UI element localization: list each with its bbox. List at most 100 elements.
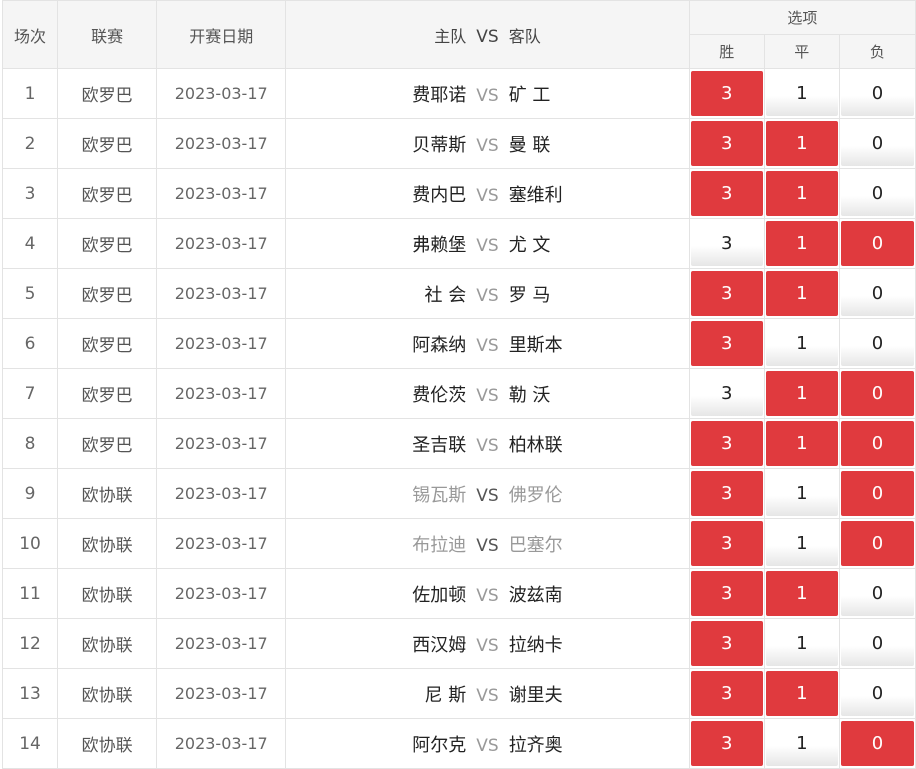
option-win-button[interactable]: 3 — [690, 321, 763, 366]
option-lose-button[interactable]: 0 — [840, 121, 914, 166]
option-lose-button[interactable]: 0 — [840, 721, 914, 766]
option-draw-button[interactable]: 1 — [765, 71, 838, 116]
match-teams: 尼 斯 VS 谢里夫 — [285, 668, 690, 719]
match-index: 3 — [1, 168, 59, 219]
option-lose-button[interactable]: 0 — [840, 371, 914, 416]
vs-label: VS — [476, 235, 499, 256]
option-cell-lose: 0 — [838, 718, 916, 769]
option-win-button[interactable]: 3 — [690, 121, 763, 166]
match-teams: 弗赖堡 VS 尤 文 — [285, 218, 690, 269]
table-header: 场次 联赛 开赛日期 主队 VS 客队 选项 胜 平 负 — [1, 0, 916, 69]
option-lose-button[interactable]: 0 — [840, 421, 914, 466]
table-row: 13 欧协联 2023-03-17 尼 斯 VS 谢里夫 3 1 0 — [1, 668, 916, 719]
table-row: 5 欧罗巴 2023-03-17 社 会 VS 罗 马 310 — [1, 268, 916, 319]
option-win-button[interactable]: 3 — [690, 171, 763, 216]
match-date: 2023-03-17 — [156, 468, 287, 519]
match-index: 12 — [1, 618, 59, 669]
option-win-button[interactable]: 3 — [690, 721, 763, 766]
option-cell-lose: 0 — [838, 218, 916, 269]
option-win-button[interactable]: 3 — [690, 471, 763, 516]
option-draw-button[interactable]: 1 — [765, 121, 838, 166]
match-index: 13 — [1, 668, 59, 719]
option-draw-button[interactable]: 1 — [765, 621, 838, 666]
option-cell-lose: 0 — [838, 568, 916, 619]
table-body: 1 欧罗巴 2023-03-17 费耶诺 VS 矿 工 3 1 0 2 欧罗巴 2023-03-17 贝… — [1, 68, 916, 769]
vs-label: VS — [476, 735, 499, 756]
match-index: 11 — [1, 568, 59, 619]
option-lose-button[interactable]: 0 — [840, 671, 914, 716]
match-teams: 佐加顿 VS 波兹南 — [285, 568, 690, 619]
option-draw-button[interactable]: 1 — [765, 271, 838, 316]
option-win-button[interactable]: 3 — [690, 71, 763, 116]
option-lose-button[interactable]: 0 — [840, 471, 914, 516]
home-team: 费内巴 — [412, 184, 467, 206]
league-name: 欧协联 — [57, 468, 158, 519]
table-row: 7 欧罗巴 2023-03-17 费伦茨 VS 勒 沃 310 — [1, 368, 916, 419]
option-draw-button[interactable]: 1 — [765, 221, 838, 266]
table-row: 8 欧罗巴 2023-03-17 圣吉联 VS 柏林联 3 1 0 — [1, 418, 916, 469]
option-draw-button[interactable]: 1 — [765, 721, 838, 766]
option-lose-button[interactable]: 0 — [840, 271, 914, 316]
header-league: 联赛 — [57, 0, 158, 69]
match-index: 7 — [1, 368, 59, 419]
option-draw-button[interactable]: 1 — [765, 371, 838, 416]
league-name: 欧协联 — [57, 568, 158, 619]
option-lose-button[interactable]: 0 — [840, 321, 914, 366]
away-team: 塞维利 — [508, 184, 563, 206]
league-name: 欧罗巴 — [57, 268, 158, 319]
vs-label: VS — [476, 135, 499, 156]
option-draw-button[interactable]: 1 — [765, 321, 838, 366]
vs-label: VS — [476, 635, 499, 656]
option-win-button[interactable]: 3 — [690, 571, 763, 616]
match-date: 2023-03-17 — [156, 568, 287, 619]
match-date: 2023-03-17 — [156, 518, 287, 569]
match-teams: 锡瓦斯 VS 佛罗伦 — [285, 468, 690, 519]
option-cell-win: 3 — [688, 268, 765, 319]
away-team: 尤 文 — [508, 234, 551, 256]
table-row: 3 欧罗巴 2023-03-17 费内巴 VS 塞维利 3 1 0 — [1, 168, 916, 219]
option-win-button[interactable]: 3 — [690, 671, 763, 716]
option-draw-button[interactable]: 1 — [765, 421, 838, 466]
home-team: 尼 斯 — [424, 684, 467, 706]
option-draw-button[interactable]: 1 — [765, 521, 838, 566]
option-draw-button[interactable]: 1 — [765, 671, 838, 716]
option-lose-button[interactable]: 0 — [840, 571, 914, 616]
header-vs: VS — [476, 26, 499, 47]
option-cell-draw: 1 — [763, 618, 840, 669]
away-team: 波兹南 — [508, 584, 563, 606]
league-name: 欧协联 — [57, 718, 158, 769]
header-date: 开赛日期 — [156, 0, 287, 69]
match-teams: 阿尔克 VS 拉齐奥 — [285, 718, 690, 769]
option-cell-lose: 0 — [838, 168, 916, 219]
option-cell-lose: 0 — [838, 668, 916, 719]
vs-label: VS — [476, 185, 499, 206]
table-row: 10 欧协联 2023-03-17 布拉迪 VS 巴塞尔 3 1 0 — [1, 518, 916, 569]
option-lose-button[interactable]: 0 — [840, 621, 914, 666]
match-date: 2023-03-17 — [156, 68, 287, 119]
option-lose-button[interactable]: 0 — [840, 71, 914, 116]
option-cell-lose: 0 — [838, 618, 916, 669]
option-lose-button[interactable]: 0 — [840, 521, 914, 566]
option-win-button[interactable]: 3 — [690, 421, 763, 466]
option-lose-button[interactable]: 0 — [840, 221, 914, 266]
option-win-button[interactable]: 3 — [690, 371, 763, 416]
option-win-button[interactable]: 3 — [690, 271, 763, 316]
match-date: 2023-03-17 — [156, 118, 287, 169]
option-lose-button[interactable]: 0 — [840, 171, 914, 216]
match-index: 9 — [1, 468, 59, 519]
home-team: 费伦茨 — [412, 384, 467, 406]
option-win-button[interactable]: 3 — [690, 221, 763, 266]
option-draw-button[interactable]: 1 — [765, 171, 838, 216]
option-draw-button[interactable]: 1 — [765, 571, 838, 616]
option-cell-lose: 0 — [838, 68, 916, 119]
away-team: 曼 联 — [508, 134, 551, 156]
vs-label: VS — [476, 85, 499, 106]
match-date: 2023-03-17 — [156, 318, 287, 369]
option-cell-win: 3 — [688, 468, 765, 519]
option-cell-win: 3 — [688, 668, 765, 719]
option-draw-button[interactable]: 1 — [765, 471, 838, 516]
option-win-button[interactable]: 3 — [690, 621, 763, 666]
match-index: 1 — [1, 68, 59, 119]
header-lose: 负 — [838, 34, 916, 69]
option-win-button[interactable]: 3 — [690, 521, 763, 566]
